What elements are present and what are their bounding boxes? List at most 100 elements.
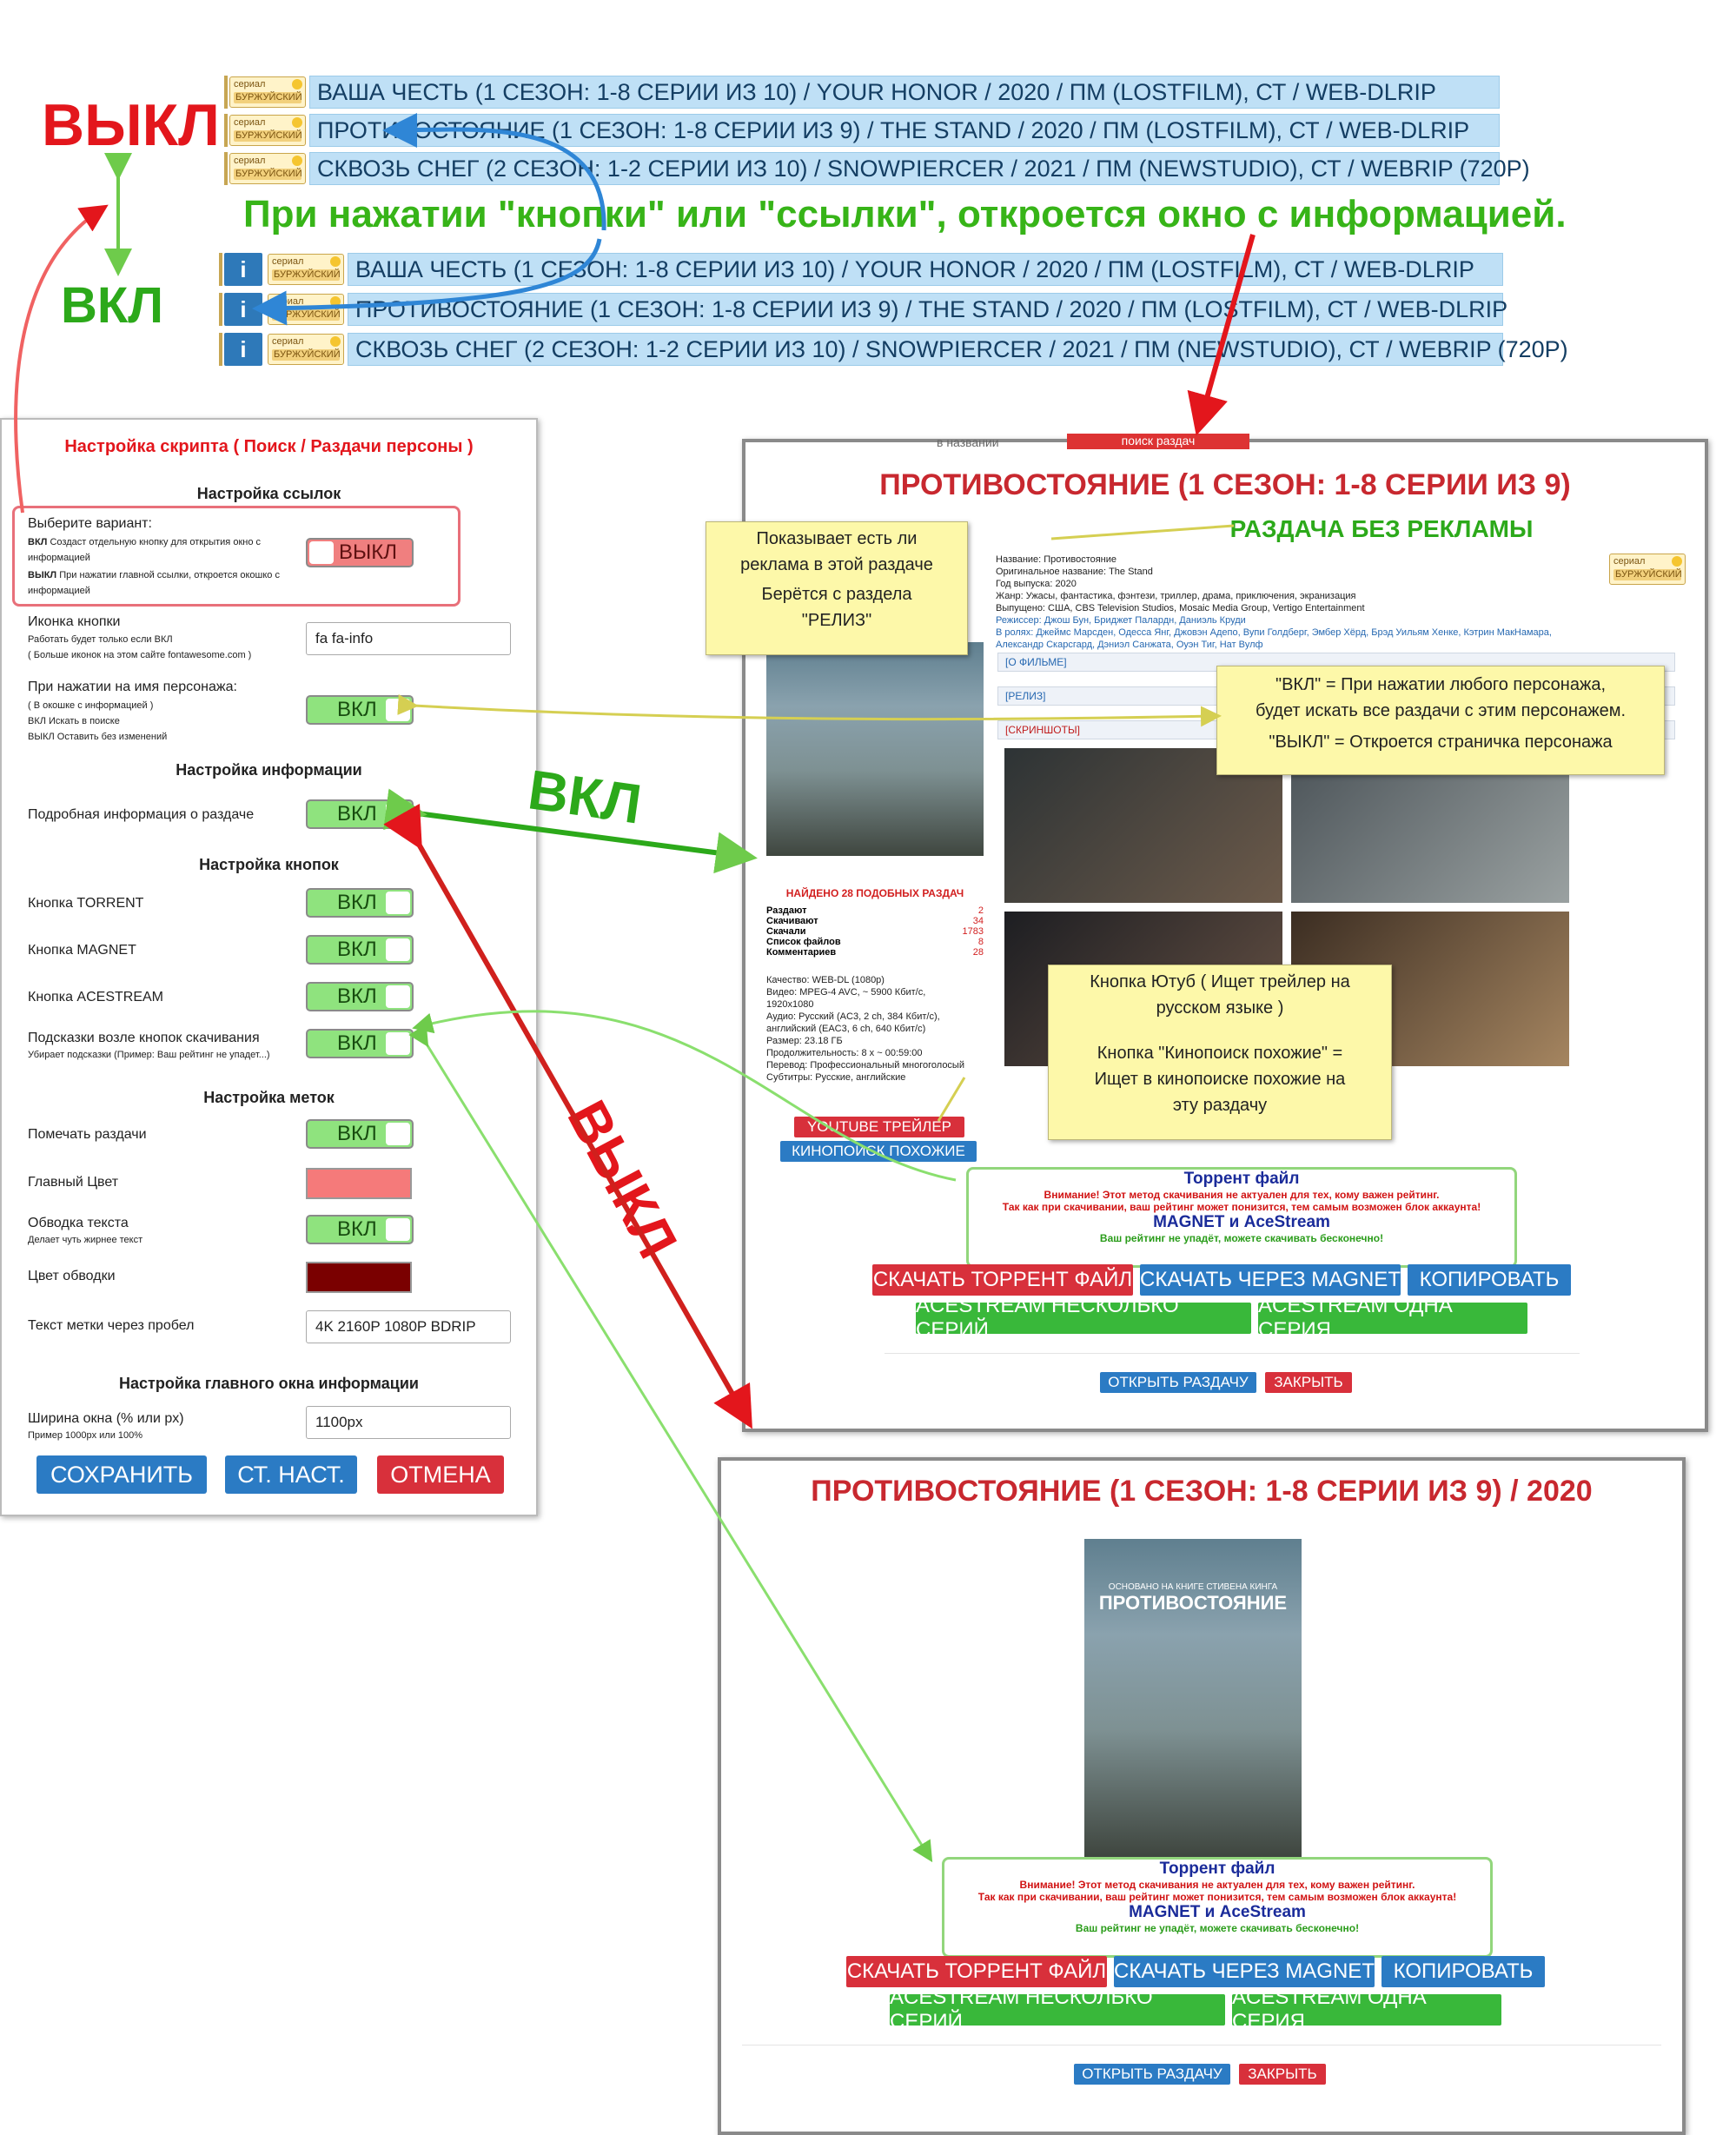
release-row[interactable]: сериал БУРЖУЙСКИЙ СКВОЗЬ СНЕГ (2 СЕЗОН: 1… [224, 152, 1530, 185]
release-row[interactable]: i сериал БУРЖУЙСКИЙ СКВОЗЬ СНЕГ (2 СЕЗОН:… [219, 333, 1568, 366]
category-badge: сериал БУРЖУЙСКИЙ [268, 254, 344, 285]
on-label: ВКЛ [61, 277, 163, 334]
outline-sub: Делает чуть жирнее текст [28, 1235, 143, 1245]
download-torrent-button[interactable]: СКАЧАТЬ ТОРРЕНТ ФАЙЛ [846, 1956, 1107, 1987]
mark-toggle[interactable]: ВКЛ [306, 1119, 414, 1149]
copy-button[interactable]: КОПИРОВАТЬ [1408, 1264, 1571, 1296]
info-button[interactable]: i [224, 253, 262, 286]
variant-toggle[interactable]: ВЫКЛ [306, 538, 414, 567]
acestream-one-button[interactable]: ACESTREAM ОДНА СЕРИЯ [1258, 1294, 1527, 1342]
detail-line-cast[interactable]: В ролях: Джеймс Марсден, Одесса Янг, Джо… [996, 627, 1569, 651]
youtube-trailer-button[interactable]: YOUTUBE ТРЕЙЛЕР [794, 1117, 964, 1137]
torrent-toggle[interactable]: ВКЛ [306, 888, 414, 918]
mark-text-input[interactable]: 4K 2160P 1080P BDRIP [306, 1310, 511, 1343]
smiley-icon [330, 256, 341, 267]
badge-top: сериал [234, 117, 266, 128]
open-release-button[interactable]: ОТКРЫТЬ РАЗДАЧУ [1100, 1372, 1256, 1393]
tech-line: Размер: 23.18 ГБ [766, 1036, 843, 1046]
detail-line: Оригинальное название: The Stand [996, 567, 1153, 577]
badge-top: сериал [1613, 556, 1646, 567]
smiley-icon [1672, 556, 1682, 567]
category-badge: сериал БУРЖУЙСКИЙ [268, 334, 344, 365]
window-title: ПРОТИВОСТОЯНИЕ (1 СЕЗОН: 1-8 СЕРИИ ИЗ 9)… [811, 1475, 1593, 1508]
stat-value: 28 [972, 947, 984, 958]
release-link[interactable]: СКВОЗЬ СНЕГ (2 СЕЗОН: 1-2 СЕРИИ ИЗ 10) /… [309, 152, 1530, 185]
release-row[interactable]: i сериал БУРЖУЙСКИЙ ПРОТИВОСТОЯНИЕ (1 СЕЗ… [219, 293, 1507, 326]
info-icon: i [240, 335, 247, 362]
main-color-picker[interactable] [306, 1168, 412, 1199]
magnet-btn-label: Кнопка MAGNET [28, 943, 136, 958]
release-link[interactable]: СКВОЗЬ СНЕГ (2 СЕЗОН: 1-2 СЕРИИ ИЗ 10) /… [348, 333, 1568, 366]
info-button[interactable]: i [224, 333, 262, 366]
hints-sub: Убирает подсказки (Пример: Ваш рейтинг н… [28, 1050, 270, 1060]
release-link[interactable]: ПРОТИВОСТОЯНИЕ (1 СЕЗОН: 1-8 СЕРИИ ИЗ 9)… [309, 114, 1500, 147]
outline-color-picker[interactable] [306, 1262, 412, 1293]
badge-top: сериал [234, 156, 266, 166]
tech-line: Аудио: Русский (AC3, 2 ch, 384 Кбит/с), … [766, 1011, 940, 1034]
badge-top: сериал [234, 79, 266, 90]
tech-line: Субтитры: Русские, английские [766, 1072, 906, 1083]
hint-warning: Внимание! Этот метод скачивания не актуа… [1044, 1189, 1440, 1201]
icon-input[interactable]: fa fa-info [306, 622, 511, 655]
detail-line-directors[interactable]: Режиссер: Джош Бун, Бриджет Палардн, Дан… [996, 614, 1569, 627]
download-magnet-button[interactable]: СКАЧАТЬ ЧЕРЕЗ MAGNET [1114, 1956, 1375, 1987]
open-release-button[interactable]: ОТКРЫТЬ РАЗДАЧУ [1074, 2064, 1230, 2085]
detail-line: Жанр: Ужасы, фантастика, фэнтези, трилле… [996, 591, 1356, 601]
note-line: "РЕЛИЗ" [801, 611, 872, 630]
badge-top: сериал [272, 296, 304, 307]
badge-bottom: БУРЖУЙСКИЙ [234, 92, 302, 103]
close-button[interactable]: ЗАКРЫТЬ [1265, 1372, 1352, 1393]
release-row[interactable]: сериал БУРЖУЙСКИЙ ВАША ЧЕСТЬ (1 СЕЗОН: 1-… [224, 76, 1500, 109]
info-toggle[interactable]: ВКЛ [306, 799, 414, 829]
note-line: эту раздачу [1172, 1096, 1268, 1115]
kinopoisk-similar-button[interactable]: КИНОПОИСК ПОХОЖИЕ [780, 1141, 977, 1162]
copy-button[interactable]: КОПИРОВАТЬ [1382, 1956, 1545, 1987]
cancel-button[interactable]: ОТМЕНА [377, 1455, 504, 1494]
note-line: Ищет в кинопоиске похожие на [1094, 1070, 1346, 1089]
hint-ok: Ваш рейтинг не упадёт, можете скачивать … [1075, 1922, 1360, 1934]
ace-toggle[interactable]: ВКЛ [306, 982, 414, 1011]
tech-line: Видео: MPEG-4 AVC, ~ 5900 Кбит/с, 1920x1… [766, 987, 926, 1010]
hint-magnet: MAGNET и AceStream [1129, 1903, 1306, 1921]
hint-ok: Ваш рейтинг не упадёт, можете скачивать … [1099, 1232, 1384, 1244]
stat-key: Скачивают [766, 916, 818, 926]
off-text: При нажатии главной ссылки, откроется ок… [28, 570, 280, 596]
info-button[interactable]: i [224, 293, 262, 326]
stat-value: 2 [977, 905, 984, 916]
note-line: Берётся с раздела [761, 585, 912, 604]
info-window-simple: ПРОТИВОСТОЯНИЕ (1 СЕЗОН: 1-8 СЕРИИ ИЗ 9)… [718, 1457, 1686, 2135]
outline-color-label: Цвет обводки [28, 1269, 116, 1283]
download-magnet-button[interactable]: СКАЧАТЬ ЧЕРЕЗ MAGNET [1140, 1264, 1401, 1296]
download-hints: Торрент файл Внимание! Этот метод скачив… [942, 1857, 1493, 1958]
width-input[interactable]: 1100px [306, 1406, 511, 1439]
acestream-many-button[interactable]: ACESTREAM НЕСКОЛЬКО СЕРИЙ [890, 1986, 1225, 2033]
info-label: Подробная информация о раздаче [28, 807, 255, 822]
download-torrent-button[interactable]: СКАЧАТЬ ТОРРЕНТ ФАЙЛ [872, 1264, 1133, 1296]
row-marker [224, 114, 228, 147]
youtube-note: Кнопка Ютуб ( Ищет трейлер на русском яз… [1048, 965, 1392, 1140]
release-link[interactable]: ВАША ЧЕСТЬ (1 СЕЗОН: 1-8 СЕРИИ ИЗ 10) / … [309, 76, 1500, 109]
hints-toggle[interactable]: ВКЛ [306, 1029, 414, 1058]
badge-bottom: БУРЖУЙСКИЙ [234, 130, 302, 142]
tech-info: Качество: WEB-DL (1080p) Видео: MPEG-4 A… [766, 974, 975, 1084]
acestream-one-button[interactable]: ACESTREAM ОДНА СЕРИЯ [1232, 1986, 1501, 2033]
release-row[interactable]: i сериал БУРЖУЙСКИЙ ВАША ЧЕСТЬ (1 СЕЗОН: … [219, 253, 1503, 286]
release-link[interactable]: ВАША ЧЕСТЬ (1 СЕЗОН: 1-8 СЕРИИ ИЗ 10) / … [348, 253, 1503, 286]
section-links: Настройка ссылок [196, 485, 341, 502]
close-button[interactable]: ЗАКРЫТЬ [1239, 2064, 1326, 2085]
note-line: русском языке ) [1156, 998, 1284, 1018]
toggle-text: ВКЛ [337, 938, 377, 961]
defaults-button[interactable]: СТ. НАСТ. [225, 1455, 357, 1494]
acestream-many-button[interactable]: ACESTREAM НЕСКОЛЬКО СЕРИЙ [916, 1294, 1251, 1342]
save-button[interactable]: СОХРАНИТЬ [36, 1455, 207, 1494]
release-row[interactable]: сериал БУРЖУЙСКИЙ ПРОТИВОСТОЯНИЕ (1 СЕЗОН… [224, 114, 1500, 147]
toggle-text: ВКЛ [337, 1122, 377, 1145]
similar-found[interactable]: НАЙДЕНО 28 ПОДОБНЫХ РАЗДАЧ [766, 887, 984, 899]
magnet-toggle[interactable]: ВКЛ [306, 935, 414, 965]
person-toggle[interactable]: ВКЛ [306, 695, 414, 725]
outline-toggle[interactable]: ВКЛ [306, 1215, 414, 1244]
category-badge: сериал БУРЖУЙСКИЙ [1609, 554, 1686, 585]
release-link[interactable]: ПРОТИВОСТОЯНИЕ (1 СЕЗОН: 1-8 СЕРИИ ИЗ 9)… [348, 293, 1507, 326]
info-icon: i [240, 295, 247, 322]
category-badge: сериал БУРЖУЙСКИЙ [229, 76, 306, 108]
